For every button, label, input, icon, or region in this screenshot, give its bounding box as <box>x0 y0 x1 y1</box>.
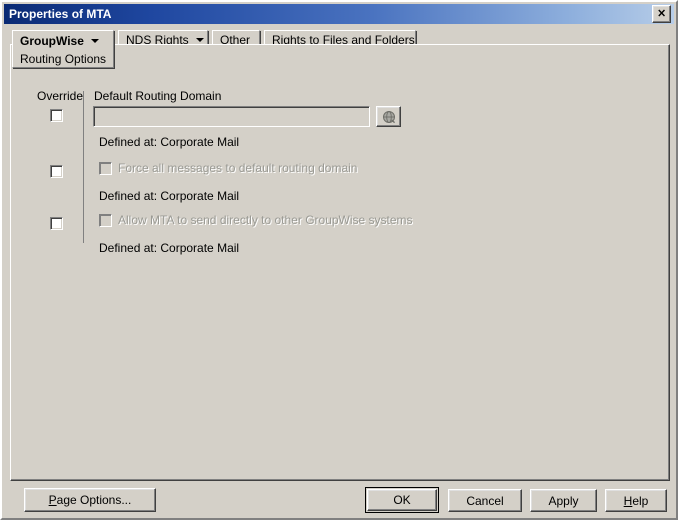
properties-dialog: Properties of MTA ✕ GroupWise Routing Op… <box>0 0 678 520</box>
page-options-label: Page Options... <box>49 493 132 507</box>
ok-button[interactable]: OK <box>367 489 437 511</box>
defined-at-allow-direct-send: Defined at: Corporate Mail <box>99 241 240 255</box>
apply-button-label: Apply <box>548 493 579 508</box>
help-button[interactable]: Help <box>605 489 667 512</box>
force-messages-checkbox[interactable] <box>99 161 112 175</box>
cancel-button-label: Cancel <box>466 493 504 508</box>
help-button-label: Help <box>624 494 649 508</box>
force-messages-option[interactable]: Force all messages to default routing do… <box>99 161 357 175</box>
force-messages-label: Force all messages to default routing do… <box>118 161 358 175</box>
cancel-button[interactable]: Cancel <box>448 489 522 512</box>
close-icon: ✕ <box>657 7 666 20</box>
default-routing-domain-input[interactable] <box>93 106 370 127</box>
allow-direct-send-checkbox[interactable] <box>99 213 112 227</box>
help-rest: elp <box>632 493 649 508</box>
ok-button-label: OK <box>393 493 411 507</box>
tab-groupwise-label: GroupWise <box>20 33 84 48</box>
default-routing-domain-label: Default Routing Domain <box>94 89 222 103</box>
page-options-button[interactable]: Page Options... <box>24 488 156 512</box>
defined-at-routing-domain: Defined at: Corporate Mail <box>99 135 240 149</box>
override-checkbox-allow-direct-send[interactable] <box>50 217 63 230</box>
tab-routing-options[interactable]: Routing Options <box>13 50 113 68</box>
globe-icon <box>382 110 395 123</box>
browse-button[interactable] <box>376 106 401 127</box>
allow-direct-send-label: Allow MTA to send directly to other Grou… <box>118 213 413 227</box>
title-bar: Properties of MTA ✕ <box>4 4 674 24</box>
tab-groupwise[interactable]: GroupWise Routing Options <box>12 30 114 68</box>
window-title: Properties of MTA <box>9 7 112 21</box>
page-options-rest: age Options... <box>56 493 132 507</box>
close-button[interactable]: ✕ <box>652 5 671 23</box>
chevron-down-icon <box>90 38 99 43</box>
content-panel: Override Default Routing Domain Defined … <box>10 44 670 481</box>
override-checkbox-routing-domain[interactable] <box>50 109 63 122</box>
allow-direct-send-option[interactable]: Allow MTA to send directly to other Grou… <box>99 213 413 227</box>
page-options-mnemonic: P <box>48 493 57 507</box>
defined-at-force-messages: Defined at: Corporate Mail <box>99 189 240 203</box>
chevron-down-icon <box>195 37 204 42</box>
override-checkbox-force-messages[interactable] <box>50 165 63 178</box>
apply-button[interactable]: Apply <box>530 489 597 512</box>
default-routing-domain-row <box>93 106 403 127</box>
column-divider <box>83 91 84 243</box>
ok-button-default-frame: OK <box>365 487 439 513</box>
tab-groupwise-row: GroupWise <box>13 31 113 50</box>
tab-routing-options-label: Routing Options <box>20 52 107 66</box>
